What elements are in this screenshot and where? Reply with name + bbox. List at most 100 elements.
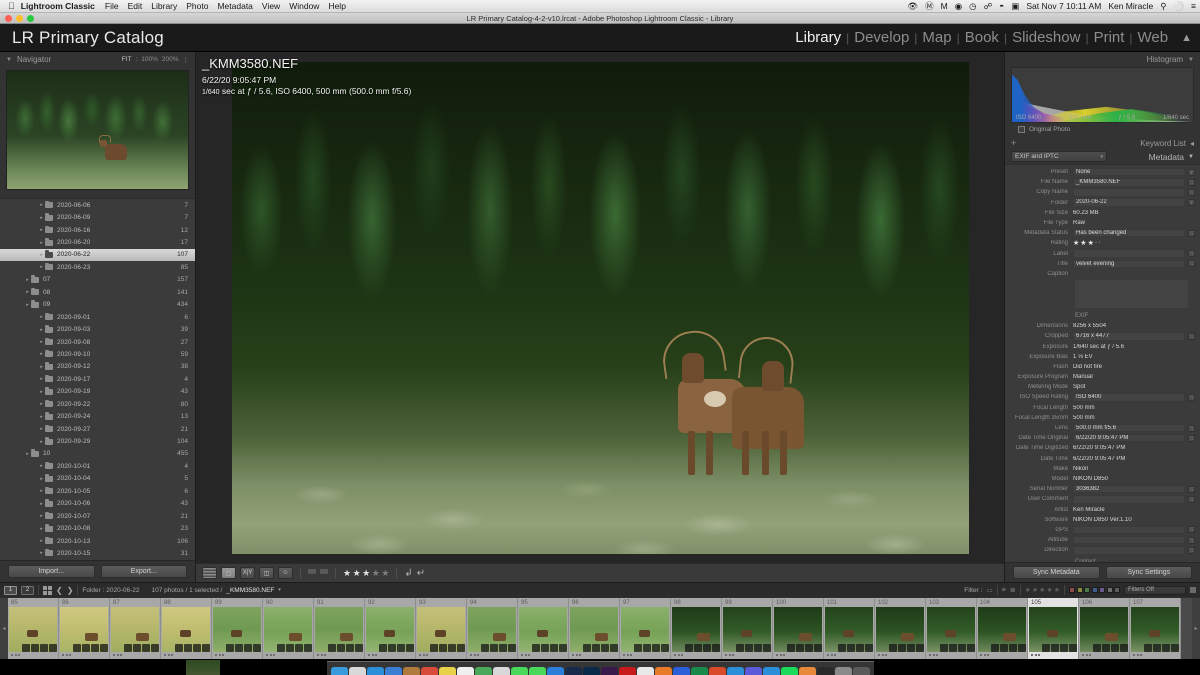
search-icon[interactable]: ⚲ xyxy=(1160,1,1166,12)
rating-star[interactable]: ★ xyxy=(372,568,380,579)
eye-icon[interactable]: 👁 xyxy=(907,1,918,12)
keyword-list-header[interactable]: + Keyword List ◂ xyxy=(1005,136,1200,150)
badge-crop-icon[interactable] xyxy=(745,644,753,652)
filmstrip-cell[interactable]: 99 xyxy=(722,598,773,659)
flag-icon[interactable]: ⚏ xyxy=(986,586,992,594)
filter-star[interactable]: ★ xyxy=(1025,586,1031,594)
badge-metadata-icon[interactable] xyxy=(652,644,660,652)
badge-keyword-icon[interactable] xyxy=(889,644,897,652)
monica-icon[interactable]: M xyxy=(941,1,948,11)
badge-metadata-icon[interactable] xyxy=(856,644,864,652)
badge-develop-icon[interactable] xyxy=(457,644,465,652)
badge-metadata-icon[interactable] xyxy=(907,644,915,652)
badge-keyword-icon[interactable] xyxy=(226,644,234,652)
folder-row[interactable]: ▸ 2020-10-04 5 xyxy=(0,473,195,485)
metadata-value[interactable] xyxy=(1073,188,1185,197)
chevron-down-icon[interactable]: ▼ xyxy=(1188,154,1194,160)
acrobat-icon[interactable] xyxy=(618,667,636,675)
dropdown-arrow-icon[interactable]: ↕ xyxy=(1188,199,1195,207)
badge-keyword-icon[interactable] xyxy=(1042,644,1050,652)
filmstrip-cell-rating[interactable] xyxy=(927,652,975,658)
mail-icon[interactable] xyxy=(384,667,402,675)
folder-row[interactable]: ▸ 2020-09-19 43 xyxy=(0,386,195,398)
badge-crop-icon[interactable] xyxy=(439,644,447,652)
disclosure-triangle-icon[interactable]: ▸ xyxy=(38,264,45,270)
filter-color-swatch[interactable] xyxy=(1091,587,1098,593)
facetime-icon[interactable] xyxy=(528,667,546,675)
filmstrip-cell[interactable]: 101 xyxy=(824,598,875,659)
cloud-icon[interactable]: ▲ xyxy=(1181,32,1192,44)
outlook-icon[interactable] xyxy=(726,667,744,675)
badge-keyword-icon[interactable] xyxy=(1144,644,1152,652)
disclosure-triangle-icon[interactable]: ▸ xyxy=(38,401,45,407)
filter-color-swatch[interactable] xyxy=(1084,587,1090,593)
filmstrip-cell-rating[interactable] xyxy=(366,652,414,658)
badge-develop-icon[interactable] xyxy=(967,644,975,652)
sync-metadata-button[interactable]: Sync Metadata xyxy=(1013,566,1100,579)
disclosure-triangle-icon[interactable]: ▸ xyxy=(24,289,31,295)
badge-keyword-icon[interactable] xyxy=(685,644,693,652)
disclosure-triangle-icon[interactable]: ▸ xyxy=(38,389,45,395)
metadata-row[interactable]: Focal Length 35mm500 mm→ xyxy=(1005,413,1200,423)
disclosure-triangle-icon[interactable]: ▸ xyxy=(38,463,45,469)
goto-field-icon[interactable]: → xyxy=(1188,424,1195,432)
metadata-row[interactable]: Dimensions8256 x 5504→ xyxy=(1005,321,1200,331)
badge-develop-icon[interactable] xyxy=(151,644,159,652)
metadata-row[interactable]: Direction → xyxy=(1005,545,1200,555)
badge-keyword-icon[interactable] xyxy=(379,644,387,652)
filmstrip-cell-badges[interactable] xyxy=(685,644,720,652)
disclosure-triangle-icon[interactable]: ▸ xyxy=(38,538,45,544)
folder-row[interactable]: ▸ 2020-10-07 21 xyxy=(0,510,195,522)
rating-stars[interactable]: ★ ★ ★ ★ ★ xyxy=(343,568,389,579)
badge-crop-icon[interactable] xyxy=(184,644,192,652)
badge-metadata-icon[interactable] xyxy=(499,644,507,652)
filmstrip-cell-badges[interactable] xyxy=(889,644,924,652)
filter-color-swatch[interactable] xyxy=(1099,587,1105,593)
badge-crop-icon[interactable] xyxy=(592,644,600,652)
filmstrip-cell-rating[interactable] xyxy=(9,652,57,658)
badge-develop-icon[interactable] xyxy=(1171,644,1179,652)
person-icon[interactable]: Ⓜ xyxy=(925,0,934,12)
badge-develop-icon[interactable] xyxy=(202,644,210,652)
goto-field-icon[interactable]: → xyxy=(1188,546,1195,554)
badge-develop-icon[interactable] xyxy=(304,644,312,652)
badge-metadata-icon[interactable] xyxy=(550,644,558,652)
disclosure-triangle-icon[interactable]: ▸ xyxy=(38,252,45,258)
screen-mode-2-button[interactable]: 2 xyxy=(21,585,34,595)
folder-row[interactable]: ▸ 2020-09-12 38 xyxy=(0,361,195,373)
badge-crop-icon[interactable] xyxy=(1153,644,1161,652)
add-keyword-icon[interactable]: + xyxy=(1011,138,1016,148)
metadata-value[interactable] xyxy=(1073,249,1185,258)
metadata-row[interactable]: SoftwareNIKON D850 Ver.1.10→ xyxy=(1005,515,1200,525)
badge-keyword-icon[interactable] xyxy=(430,644,438,652)
histogram-graph[interactable]: ISO 6400 500 mm ƒ / 5.6 1/640 sec xyxy=(1011,67,1194,123)
filmstrip-cell[interactable]: 94 xyxy=(467,598,518,659)
metadata-value[interactable]: ISO 6400 xyxy=(1073,393,1185,402)
zoom-icon[interactable] xyxy=(762,667,780,675)
firefox-icon[interactable] xyxy=(654,667,672,675)
import-button[interactable]: Import... xyxy=(8,565,95,578)
goto-field-icon[interactable]: → xyxy=(1188,188,1195,196)
filmstrip-cell-badges[interactable] xyxy=(1093,644,1128,652)
disclosure-triangle-icon[interactable]: ▸ xyxy=(38,476,45,482)
record-icon[interactable]: ◉ xyxy=(955,1,962,12)
notes-icon[interactable] xyxy=(438,667,456,675)
loupe-view[interactable]: _KMM3580.NEF 6/22/20 9:05:47 PM 1/640 se… xyxy=(196,52,1004,563)
folder-row[interactable]: ▸ 07 157 xyxy=(0,274,195,286)
filmstrip-cell-rating[interactable] xyxy=(162,652,210,658)
metadata-row[interactable]: GPS → xyxy=(1005,525,1200,535)
filter-color-swatch[interactable] xyxy=(1106,587,1113,593)
metadata-star[interactable]: · xyxy=(1095,239,1097,247)
original-photo-toggle[interactable]: Original Photo xyxy=(1011,123,1194,136)
goto-field-icon[interactable]: → xyxy=(1188,332,1195,340)
filmstrip-cell[interactable]: 95 xyxy=(518,598,569,659)
metadata-row[interactable]: Copy Name → xyxy=(1005,187,1200,197)
display-icon[interactable]: ▣ xyxy=(1011,1,1019,12)
filmstrip-cell[interactable]: 85 xyxy=(8,598,59,659)
folder-row[interactable]: ▸ 2020-09-08 27 xyxy=(0,336,195,348)
badge-metadata-icon[interactable] xyxy=(754,644,762,652)
filmstrip-cells[interactable]: 85 86 87 88 89 90 91 92 93 94 95 96 97 98 99 100 101 102 1… xyxy=(8,598,1192,659)
people-view-icon[interactable]: ☺ xyxy=(278,567,293,579)
badge-keyword-icon[interactable] xyxy=(634,644,642,652)
metadata-value[interactable] xyxy=(1073,525,1185,535)
